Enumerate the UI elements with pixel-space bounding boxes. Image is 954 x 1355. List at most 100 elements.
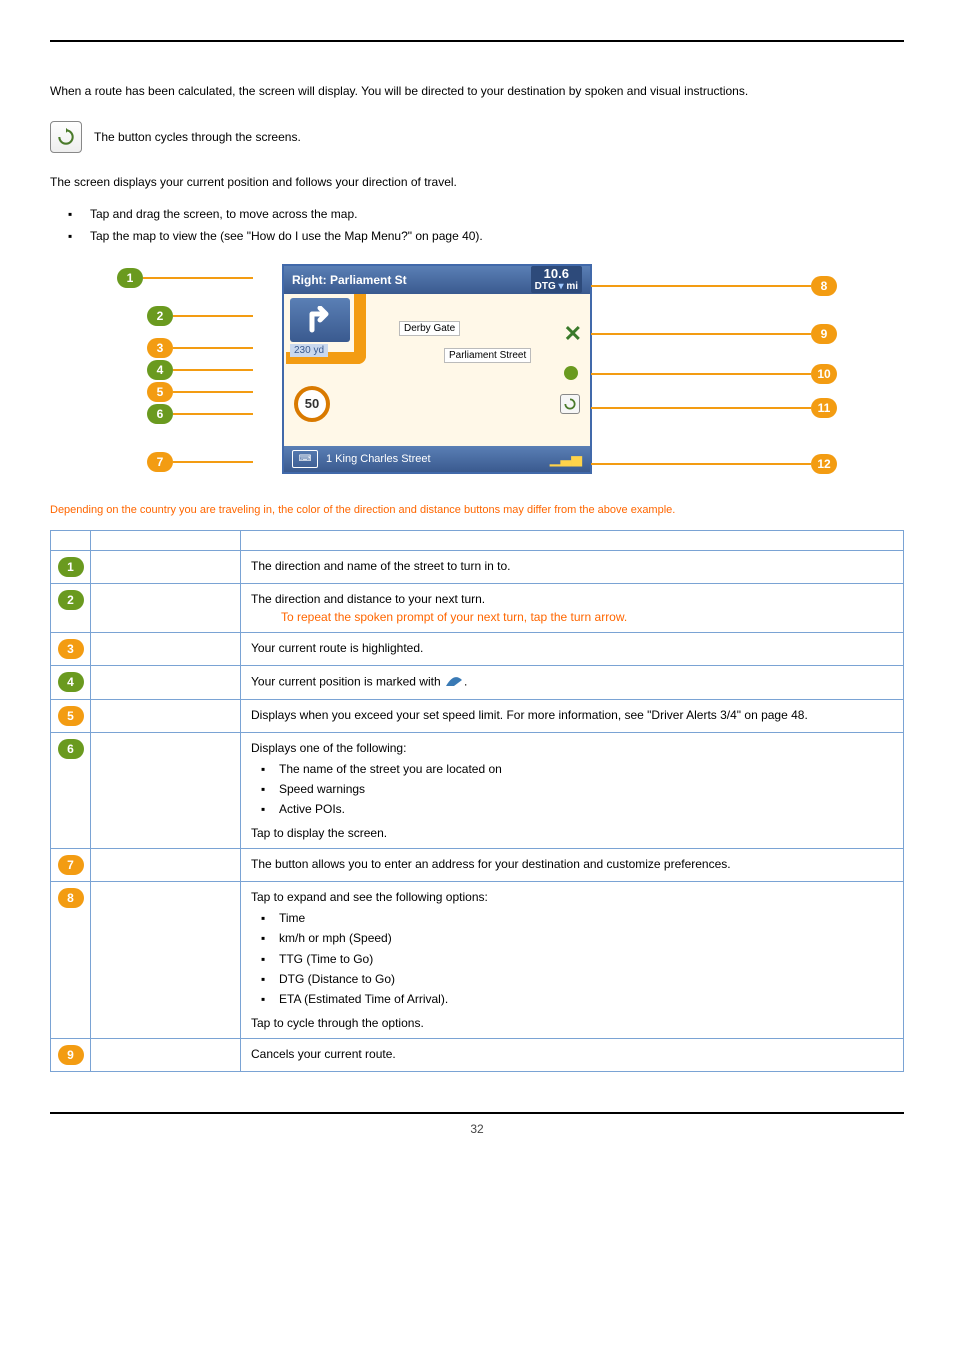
- row7-b: button allows you to enter an address fo…: [275, 857, 731, 871]
- row-item-cell: [91, 881, 241, 1038]
- row-desc-cell: Displays when you exceed your set speed …: [241, 699, 904, 732]
- row6-outro-b: screen.: [348, 826, 387, 840]
- row-num-cell: 1: [51, 550, 91, 583]
- badge-2: 2: [147, 306, 173, 326]
- row-item-cell: [91, 699, 241, 732]
- row-item-cell: [91, 665, 241, 699]
- callout-3: 3: [147, 338, 253, 358]
- callout-10: 10: [591, 364, 837, 384]
- row-badge: 4: [58, 672, 84, 692]
- callout-8: 8: [591, 276, 837, 296]
- row8-list: Time km/h or mph (Speed) TTG (Time to Go…: [251, 908, 893, 1010]
- callout-line: [173, 315, 253, 317]
- row-desc-b: .: [464, 674, 467, 688]
- dtg-prefix: DTG: [535, 281, 556, 292]
- row7-a: The: [251, 857, 275, 871]
- row-badge: 8: [58, 888, 84, 908]
- table-row: 3 Your current route is highlighted.: [51, 632, 904, 665]
- figure-note: Depending on the country you are traveli…: [50, 504, 904, 516]
- badge-10: 10: [811, 364, 837, 384]
- position-marker-icon: [444, 674, 464, 691]
- cycle-text-a: The: [94, 130, 118, 144]
- callout-line: [173, 413, 253, 415]
- row-num-cell: 3: [51, 632, 91, 665]
- header-item: [91, 530, 241, 550]
- cycle-icon: [50, 121, 82, 153]
- callout-4: 4: [147, 360, 253, 380]
- row-badge: 6: [58, 739, 84, 759]
- row-desc-text: The direction and distance to your next …: [251, 592, 485, 606]
- row-num-cell: 8: [51, 881, 91, 1038]
- row-item-cell: [91, 1038, 241, 1071]
- list-item: km/h or mph (Speed): [251, 928, 893, 948]
- list-item: Speed warnings: [251, 779, 893, 799]
- map-instruction-1: Tap and drag the screen, to move across …: [60, 204, 904, 226]
- table-row: 2 The direction and distance to your nex…: [51, 583, 904, 632]
- row-item-cell: [91, 848, 241, 881]
- callout-9: 9: [591, 324, 837, 344]
- row-item-cell: [91, 583, 241, 632]
- map-top-distance: 10.6 DTG ▾ mi: [531, 266, 582, 293]
- callout-line: [173, 391, 253, 393]
- callout-line: [143, 277, 253, 279]
- row-note: To repeat the spoken prompt of your next…: [281, 610, 893, 624]
- page-footer: 32: [50, 1112, 904, 1136]
- row-desc-cell: Tap to expand and see the following opti…: [241, 881, 904, 1038]
- map-figure: 1 2 3 4 5 6 7 Right: Parliament St 10.6 …: [117, 264, 837, 494]
- description-table: 1 The direction and name of the street t…: [50, 530, 904, 1072]
- callout-line: [173, 461, 253, 463]
- intro-text-1a: When a route has been calculated, the: [50, 84, 259, 98]
- list-item: Active POIs.: [251, 799, 893, 819]
- callout-7: 7: [147, 452, 253, 472]
- row-num-cell: 4: [51, 665, 91, 699]
- badge-11: 11: [811, 398, 837, 418]
- page-number: 32: [470, 1122, 483, 1136]
- speed-limit-sign: 50: [294, 386, 330, 422]
- map-topbar: Right: Parliament St 10.6 DTG ▾ mi: [284, 266, 590, 294]
- table-row: 4 Your current position is marked with .: [51, 665, 904, 699]
- row-desc-cell: Displays one of the following: The name …: [241, 732, 904, 848]
- row-desc-cell: The button allows you to enter an addres…: [241, 848, 904, 881]
- table-row: 7 The button allows you to enter an addr…: [51, 848, 904, 881]
- row8-outro: Tap to cycle through the options.: [251, 1016, 424, 1030]
- keyboard-icon: ⌨: [292, 450, 318, 468]
- map-bottombar: ⌨ 1 King Charles Street ▁▃▅: [284, 446, 590, 472]
- callout-line: [173, 369, 253, 371]
- list-item: TTG (Time to Go): [251, 949, 893, 969]
- cycle-text-b: button cycles through the: [118, 130, 255, 144]
- label-parliament-street: Parliament Street: [444, 348, 531, 363]
- table-row: 5 Displays when you exceed your set spee…: [51, 699, 904, 732]
- row-badge: 9: [58, 1045, 84, 1065]
- list-item: ETA (Estimated Time of Arrival).: [251, 989, 893, 1009]
- callout-line: [591, 333, 811, 335]
- cycle-button-row: The button cycles through the screens.: [50, 121, 904, 153]
- map-instruction-2: Tap the map to view the (see "How do I u…: [60, 226, 904, 248]
- map-intro-b: screen displays your current position an…: [74, 175, 457, 189]
- row-badge: 3: [58, 639, 84, 659]
- row-desc-cell: Your current position is marked with .: [241, 665, 904, 699]
- badge-6: 6: [147, 404, 173, 424]
- row8-intro: Tap to expand and see the following opti…: [251, 890, 488, 904]
- row-num-cell: 5: [51, 699, 91, 732]
- callout-5: 5: [147, 382, 253, 402]
- header-num: [51, 530, 91, 550]
- map-dist-value: 10.6: [544, 266, 569, 281]
- callout-11: 11: [591, 398, 837, 418]
- row-badge: 1: [58, 557, 84, 577]
- table-row: 9 Cancels your current route.: [51, 1038, 904, 1071]
- row-num-cell: 7: [51, 848, 91, 881]
- table-header-row: [51, 530, 904, 550]
- list-item: DTG (Distance to Go): [251, 969, 893, 989]
- list-item: The name of the street you are located o…: [251, 759, 893, 779]
- row-desc-cell: The direction and distance to your next …: [241, 583, 904, 632]
- table-row: 8 Tap to expand and see the following op…: [51, 881, 904, 1038]
- callout-line: [591, 407, 811, 409]
- badge-4: 4: [147, 360, 173, 380]
- cycle-text: The button cycles through the screens.: [94, 130, 301, 144]
- turn-arrow: [290, 298, 350, 342]
- bottom-street: 1 King Charles Street: [326, 453, 431, 465]
- row-num-cell: 9: [51, 1038, 91, 1071]
- row-desc-cell: Cancels your current route.: [241, 1038, 904, 1071]
- callout-line: [591, 463, 811, 465]
- row-item-cell: [91, 550, 241, 583]
